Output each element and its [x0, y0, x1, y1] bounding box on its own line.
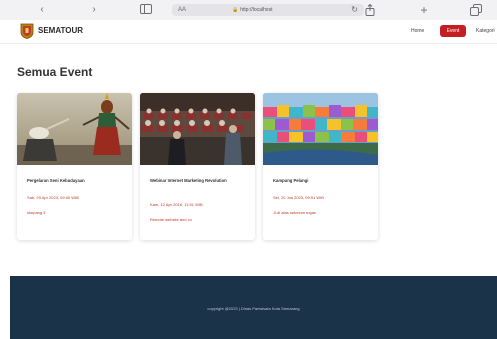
new-tab-icon[interactable]: + [418, 4, 430, 16]
event-date: Kam, 12 Apr 2018, 11:51 WIB [150, 202, 203, 207]
event-date: Sab, 29 Apr 2023, 09:00 WIB [27, 195, 79, 200]
event-location: Jl.di atas sebelum tugas [273, 210, 316, 215]
page-title: Semua Event [17, 65, 93, 79]
share-icon[interactable] [364, 3, 376, 16]
city-emblem-logo[interactable] [20, 23, 34, 39]
event-image-rainbow-village [263, 93, 378, 165]
nav-home-link[interactable]: Home [411, 26, 424, 36]
event-card[interactable]: Webinar Internet Marketing Revolution Ka… [140, 93, 255, 240]
event-title[interactable]: Kampung Pelangi [273, 177, 371, 184]
event-card[interactable]: Kampung Pelangi Sel, 20 Jun 2023, 09:51 … [263, 93, 378, 240]
text-size-button[interactable]: AA [178, 4, 186, 16]
event-location: Remote website and co [150, 217, 192, 222]
site-footer: copyright @2023 | Dinas Pariwisata Kota … [10, 276, 497, 339]
footer-copyright: copyright @2023 | Dinas Pariwisata Kota … [207, 306, 300, 311]
tabs-icon[interactable] [470, 4, 482, 16]
url-text[interactable]: 🔒 http://localhost [232, 4, 272, 16]
back-icon[interactable]: ‹ [36, 4, 48, 16]
event-title[interactable]: Pergelaran Seni Kebudayaan [27, 177, 125, 184]
sidebar-icon[interactable] [140, 4, 152, 16]
event-location: simpang 5 [27, 210, 46, 215]
nav-category-link[interactable]: Kategori [476, 26, 495, 36]
reload-icon[interactable]: ↻ [351, 4, 358, 16]
url-value: http://localhost [240, 7, 273, 13]
event-date: Sel, 20 Jun 2023, 09:51 WIB [273, 195, 324, 200]
address-bar[interactable]: AA 🔒 http://localhost ↻ [172, 4, 364, 16]
event-image-dancers [17, 93, 132, 165]
brand-name[interactable]: SEMATOUR [38, 25, 83, 37]
event-card[interactable]: Pergelaran Seni Kebudayaan Sab, 29 Apr 2… [17, 93, 132, 240]
site-navbar: SEMATOUR Home Event Kategori [0, 20, 497, 44]
event-image-audience [140, 93, 255, 165]
lock-icon: 🔒 [232, 7, 239, 13]
event-title[interactable]: Webinar Internet Marketing Revolution [150, 177, 248, 184]
nav-event-button[interactable]: Event [440, 25, 466, 37]
browser-toolbar: ‹ › AA 🔒 http://localhost ↻ + [0, 0, 497, 21]
forward-icon[interactable]: › [88, 4, 100, 16]
